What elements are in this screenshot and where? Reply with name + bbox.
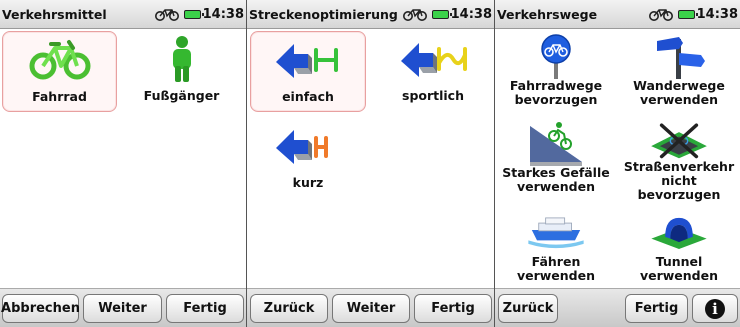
weiter-button[interactable]: Weiter bbox=[332, 294, 410, 323]
bottom-bar: Abbrechen Weiter Fertig bbox=[0, 288, 246, 327]
title-bar: Verkehrswege 14:38 bbox=[495, 0, 740, 29]
bicycle-status-icon bbox=[154, 9, 179, 21]
fertig-button[interactable]: Fertig bbox=[166, 294, 244, 323]
tile-kurz[interactable]: kurz bbox=[250, 118, 366, 198]
route-simple-icon bbox=[276, 44, 338, 78]
weiter-button[interactable]: Weiter bbox=[83, 294, 162, 323]
zurueck-button[interactable]: Zurück bbox=[250, 294, 328, 323]
tile-label-line1: Starkes Gefälle bbox=[502, 165, 610, 180]
tile-label: Fußgänger bbox=[143, 88, 220, 103]
tile-label-line2: verwenden bbox=[516, 179, 596, 194]
tile-tunnel[interactable]: Tunnel verwenden bbox=[619, 207, 739, 283]
tile-fahrrad[interactable]: Fahrrad bbox=[2, 31, 117, 112]
clock: 14:38 bbox=[202, 6, 244, 22]
tile-wanderwege[interactable]: Wanderwege verwenden bbox=[619, 31, 739, 115]
tile-label-line2: nicht bevorzugen bbox=[637, 173, 721, 202]
tile-label-line1: Wanderwege bbox=[633, 78, 725, 93]
screen-title: Verkehrswege bbox=[497, 6, 598, 22]
info-button[interactable]: i bbox=[692, 294, 738, 323]
battery-icon bbox=[183, 9, 204, 19]
fertig-button[interactable]: Fertig bbox=[414, 294, 492, 323]
tile-label: sportlich bbox=[402, 88, 464, 103]
tile-sportlich[interactable]: sportlich bbox=[375, 31, 491, 112]
screen-title: Verkehrsmittel bbox=[2, 6, 107, 22]
clock: 14:38 bbox=[696, 6, 738, 22]
tile-strassenverkehr[interactable]: Straßenverkehr nicht bevorzugen bbox=[619, 118, 739, 202]
screen-verkehrswege: Verkehrswege 14:38 Fahrradwege bevorzuge… bbox=[494, 0, 740, 327]
tile-label: Tunnel verwenden bbox=[639, 254, 719, 283]
tunnel-icon bbox=[651, 217, 707, 249]
tile-label: Fahrrad bbox=[32, 89, 87, 104]
battery-icon bbox=[677, 9, 698, 19]
tile-label-line2: verwenden bbox=[639, 92, 719, 107]
tile-starkes-gefaelle[interactable]: Starkes Gefälle verwenden bbox=[497, 118, 615, 202]
fertig-button[interactable]: Fertig bbox=[625, 294, 688, 323]
steep-slope-icon bbox=[530, 122, 582, 166]
tile-label: Fähren verwenden bbox=[516, 254, 596, 283]
road-traffic-crossed-icon bbox=[651, 123, 707, 159]
hiking-signpost-icon bbox=[657, 37, 705, 79]
tile-faehren[interactable]: Fähren verwenden bbox=[497, 207, 615, 283]
screen-title: Streckenoptimierung bbox=[249, 6, 398, 22]
tile-fussgaenger[interactable]: Fußgänger bbox=[124, 31, 239, 112]
pedestrian-icon bbox=[172, 36, 191, 82]
tile-einfach[interactable]: einfach bbox=[250, 31, 366, 112]
screen-verkehrsmittel: Verkehrsmittel 14:38 Fahrrad Fußgänger A… bbox=[0, 0, 246, 327]
bottom-bar: Zurück Fertig i bbox=[495, 288, 740, 327]
bottom-bar: Zurück Weiter Fertig bbox=[247, 288, 494, 327]
tile-label: einfach bbox=[282, 89, 334, 104]
bicycle-icon bbox=[29, 40, 90, 80]
route-short-icon bbox=[276, 130, 328, 164]
tile-label: kurz bbox=[292, 175, 324, 190]
ferry-icon bbox=[528, 217, 584, 249]
tile-label-line1: Fahrradwege bbox=[509, 78, 603, 93]
tile-fahrradwege[interactable]: Fahrradwege bevorzugen bbox=[497, 31, 615, 115]
zurueck-button[interactable]: Zurück bbox=[498, 294, 558, 323]
abbrechen-button[interactable]: Abbrechen bbox=[1, 294, 80, 323]
info-icon: i bbox=[705, 298, 725, 319]
tile-label-line2: bevorzugen bbox=[514, 92, 598, 107]
title-bar: Streckenoptimierung 14:38 bbox=[247, 0, 494, 29]
route-sporty-icon bbox=[401, 43, 467, 77]
bicycle-status-icon bbox=[648, 9, 673, 21]
screen-streckenoptimierung: Streckenoptimierung 14:38 einfach sportl… bbox=[246, 0, 494, 327]
bike-path-sign-icon bbox=[541, 34, 571, 79]
bicycle-status-icon bbox=[402, 9, 427, 21]
tile-label-line1: Straßenverkehr bbox=[623, 159, 735, 174]
battery-icon bbox=[431, 9, 452, 19]
title-bar: Verkehrsmittel 14:38 bbox=[0, 0, 246, 29]
clock: 14:38 bbox=[450, 6, 492, 22]
